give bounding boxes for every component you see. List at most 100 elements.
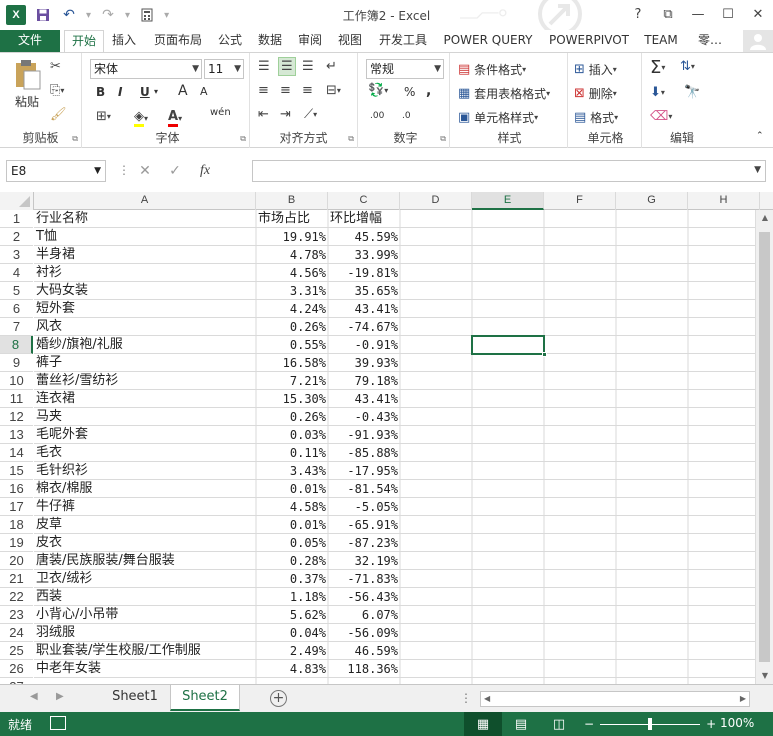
cell-a1[interactable]: 行业名称 xyxy=(34,210,256,228)
font-launcher-icon[interactable]: ⧉ xyxy=(240,134,246,144)
clipboard-launcher-icon[interactable]: ⧉ xyxy=(72,134,78,144)
sheet-tab-sheet2[interactable]: Sheet2 xyxy=(170,685,240,711)
row-header-19[interactable]: 19 xyxy=(0,534,33,552)
collapse-ribbon-icon[interactable]: ⌃ xyxy=(756,131,764,141)
row-header-18[interactable]: 18 xyxy=(0,516,33,534)
column-header-c[interactable]: C xyxy=(328,192,400,210)
row-header-8[interactable]: 8 xyxy=(0,336,33,354)
cell-a3[interactable]: 半身裙 xyxy=(34,246,256,264)
cell-c9[interactable]: 39.93% xyxy=(328,354,400,372)
tab-review[interactable]: 审阅 xyxy=(294,30,326,52)
copy-icon[interactable]: ⎘ ▾ xyxy=(50,83,64,98)
undo-dropdown-icon[interactable]: ▾ xyxy=(86,10,91,21)
alignment-launcher-icon[interactable]: ⧉ xyxy=(348,134,354,144)
row-header-10[interactable]: 10 xyxy=(0,372,33,390)
row-header-21[interactable]: 21 xyxy=(0,570,33,588)
row-header-7[interactable]: 7 xyxy=(0,318,33,336)
tab-insert[interactable]: 插入 xyxy=(108,30,140,52)
cell-c3[interactable]: 33.99% xyxy=(328,246,400,264)
clear-icon[interactable]: ⌫ ▾ xyxy=(650,109,672,124)
cell-a18[interactable]: 皮草 xyxy=(34,516,256,534)
tab-view[interactable]: 视图 xyxy=(334,30,366,52)
row-header-3[interactable]: 3 xyxy=(0,246,33,264)
decrease-indent-icon[interactable]: ⇤ xyxy=(258,107,269,122)
formula-input[interactable]: ▼ xyxy=(252,160,766,182)
cell-c22[interactable]: -56.43% xyxy=(328,588,400,606)
select-all-corner[interactable] xyxy=(0,192,34,210)
cell-c10[interactable]: 79.18% xyxy=(328,372,400,390)
row-header-4[interactable]: 4 xyxy=(0,264,33,282)
cell-a12[interactable]: 马夹 xyxy=(34,408,256,426)
sheet-tab-sheet1[interactable]: Sheet1 xyxy=(102,685,168,711)
accounting-format-icon[interactable]: 💱 ▾ xyxy=(368,83,388,98)
minimize-icon[interactable]: — xyxy=(683,0,713,28)
cell-b2[interactable]: 19.91% xyxy=(256,228,328,246)
cell-c23[interactable]: 6.07% xyxy=(328,606,400,624)
cell-b1[interactable]: 市场占比 xyxy=(256,210,328,228)
row-header-12[interactable]: 12 xyxy=(0,408,33,426)
merge-center-icon[interactable]: ⊟ ▾ xyxy=(326,83,341,98)
cell-a16[interactable]: 棉衣/棉服 xyxy=(34,480,256,498)
column-header-h[interactable]: H xyxy=(688,192,760,210)
cell-c12[interactable]: -0.43% xyxy=(328,408,400,426)
add-sheet-icon[interactable]: + xyxy=(270,690,287,707)
font-size-combo[interactable]: 11 ▼ xyxy=(204,59,244,79)
column-header-g[interactable]: G xyxy=(616,192,688,210)
font-name-combo[interactable]: 宋体 ▼ xyxy=(90,59,202,79)
formula-bar-splitter-icon[interactable]: ⋮ xyxy=(118,163,130,177)
cell-a23[interactable]: 小背心/小吊带 xyxy=(34,606,256,624)
close-icon[interactable]: ✕ xyxy=(743,0,773,28)
percent-style-button[interactable]: % xyxy=(404,85,415,99)
cell-a15[interactable]: 毛针织衫 xyxy=(34,462,256,480)
insert-function-icon[interactable]: fx xyxy=(190,160,220,182)
align-bottom-icon[interactable]: ☰ xyxy=(302,59,314,74)
worksheet-grid[interactable]: ABCDEFGH 1 2 3 4 5 6 7 8 9 10 11 12 13 14 15 16 17 18 19 20… xyxy=(0,192,773,684)
row-header-6[interactable]: 6 xyxy=(0,300,33,318)
zoom-out-button[interactable]: − xyxy=(584,717,594,731)
row-header-20[interactable]: 20 xyxy=(0,552,33,570)
cell-c5[interactable]: 35.65% xyxy=(328,282,400,300)
row-header-1[interactable]: 1 xyxy=(0,210,33,228)
cell-b17[interactable]: 4.58% xyxy=(256,498,328,516)
cancel-icon[interactable]: ✕ xyxy=(130,160,160,182)
paste-button[interactable]: 粘贴 xyxy=(10,59,44,110)
normal-view-icon[interactable]: ▦ xyxy=(464,712,502,736)
customize-qat-icon[interactable]: ▾ xyxy=(164,10,169,21)
sheet-next-icon[interactable]: ▶ xyxy=(56,691,64,702)
cell-b4[interactable]: 4.56% xyxy=(256,264,328,282)
cell-b25[interactable]: 2.49% xyxy=(256,642,328,660)
row-header-2[interactable]: 2 xyxy=(0,228,33,246)
cell-b7[interactable]: 0.26% xyxy=(256,318,328,336)
format-painter-icon[interactable]: 🖌 xyxy=(50,107,67,122)
macro-record-icon[interactable] xyxy=(50,716,66,730)
scroll-left-icon[interactable]: ◀ xyxy=(484,692,490,706)
cell-c8[interactable]: -0.91% xyxy=(328,336,400,354)
format-as-table-button[interactable]: ▦ 套用表格格式 ▾ xyxy=(458,85,550,102)
cut-icon[interactable]: ✂ xyxy=(50,59,61,74)
autosum-icon[interactable]: Σ ▾ xyxy=(650,57,665,78)
conditional-formatting-button[interactable]: ▤ 条件格式 ▾ xyxy=(458,61,526,78)
number-format-combo[interactable]: 常规 ▼ xyxy=(366,59,444,79)
cell-c16[interactable]: -81.54% xyxy=(328,480,400,498)
row-header-23[interactable]: 23 xyxy=(0,606,33,624)
fill-icon[interactable]: ⬇ ▾ xyxy=(650,85,665,100)
zoom-track[interactable] xyxy=(600,717,701,730)
cell-c15[interactable]: -17.95% xyxy=(328,462,400,480)
cell-b8[interactable]: 0.55% xyxy=(256,336,328,354)
cell-a26[interactable]: 中老年女装 xyxy=(34,660,256,678)
orientation-icon[interactable]: ⟋ ▾ xyxy=(304,107,317,122)
column-header-e[interactable]: E xyxy=(472,192,544,210)
row-header-17[interactable]: 17 xyxy=(0,498,33,516)
cell-c24[interactable]: -56.09% xyxy=(328,624,400,642)
zoom-in-button[interactable]: + xyxy=(706,717,716,731)
insert-cells-button[interactable]: ⊞ 插入 ▾ xyxy=(574,61,617,78)
font-color-icon[interactable]: A ▾ xyxy=(168,109,182,127)
cell-c20[interactable]: 32.19% xyxy=(328,552,400,570)
tab-page-layout[interactable]: 页面布局 xyxy=(148,30,208,52)
row-header-15[interactable]: 15 xyxy=(0,462,33,480)
column-header-b[interactable]: B xyxy=(256,192,328,210)
cell-a11[interactable]: 连衣裙 xyxy=(34,390,256,408)
cell-b21[interactable]: 0.37% xyxy=(256,570,328,588)
cell-c7[interactable]: -74.67% xyxy=(328,318,400,336)
phonetic-guide-button[interactable]: wén xyxy=(210,107,231,118)
